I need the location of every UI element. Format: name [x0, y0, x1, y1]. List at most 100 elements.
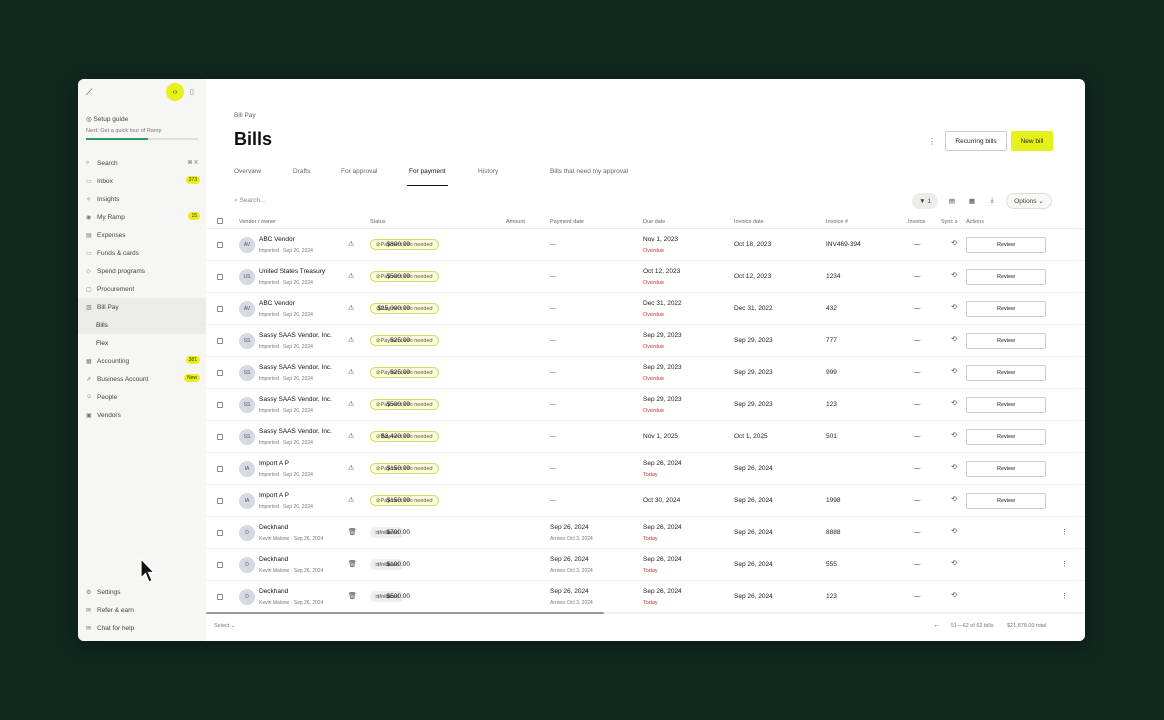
vendor-name[interactable]: Sassy SAAS Vendor, Inc.	[259, 332, 332, 339]
table-row[interactable]: SS Sassy SAAS Vendor, Inc. Imported · Sep …	[206, 325, 1085, 357]
ramp-logo-icon[interactable]: ⟋	[86, 87, 92, 98]
review-button[interactable]: Review	[966, 365, 1046, 381]
options-button[interactable]: Options ⌄	[1006, 193, 1052, 209]
row-checkbox[interactable]	[217, 306, 223, 312]
table-row[interactable]: SS Sassy SAAS Vendor, Inc. Imported · Sep …	[206, 421, 1085, 453]
row-checkbox[interactable]	[217, 594, 223, 600]
more-icon[interactable]: ⋮	[1061, 592, 1068, 600]
table-row[interactable]: D Deckhand Kevin Malone · Sep 26, 2024 🗑 ⇉ I…	[206, 549, 1085, 581]
vendor-name[interactable]: Sassy SAAS Vendor, Inc.	[259, 364, 332, 371]
vendor-name[interactable]: ABC Vendor	[259, 236, 295, 243]
review-button[interactable]: Review	[966, 493, 1046, 509]
sidebar-item-chat-for-help[interactable]: ✉ Chat for help	[78, 619, 206, 637]
sidebar-item-procurement[interactable]: ▢ Procurement	[78, 280, 206, 298]
table-row[interactable]: D Deckhand Kevin Malone · Sep 26, 2024 🗑 ⇉ I…	[206, 581, 1085, 613]
review-button[interactable]: Review	[966, 429, 1046, 445]
review-button[interactable]: Review	[966, 461, 1046, 477]
review-button[interactable]: Review	[966, 301, 1046, 317]
table-row[interactable]: AV ABC Vendor Imported · Sep 26, 2024 ⚠ ⊘ Pa…	[206, 293, 1085, 325]
row-checkbox[interactable]	[217, 498, 223, 504]
trash-icon[interactable]: 🗑	[348, 560, 357, 568]
tab-drafts[interactable]: Drafts	[293, 168, 310, 186]
new-bill-button[interactable]: New bill	[1011, 131, 1053, 151]
table-row[interactable]: US United States Treasury Imported · Sep 2…	[206, 261, 1085, 293]
column-header[interactable]: Actions	[966, 219, 984, 225]
tab-overview[interactable]: Overview	[234, 168, 261, 186]
tab-bills-that-need-my-approval[interactable]: Bills that need my approval	[550, 168, 628, 186]
row-checkbox[interactable]	[217, 466, 223, 472]
review-button[interactable]: Review	[966, 237, 1046, 253]
tab-for-approval[interactable]: For approval	[341, 168, 378, 186]
table-row[interactable]: AV ABC Vendor Imported · Sep 26, 2024 ⚠ ⊘ Pa…	[206, 229, 1085, 261]
previous-page-icon[interactable]: ←	[933, 622, 940, 629]
table-row[interactable]: IA Import A P Imported · Sep 26, 2024 ⚠ ⊘ Pa…	[206, 453, 1085, 485]
search-input[interactable]: ⌕ Search...	[234, 197, 265, 205]
review-button[interactable]: Review	[966, 397, 1046, 413]
breadcrumb[interactable]: Bill Pay	[234, 112, 256, 119]
row-checkbox[interactable]	[217, 338, 223, 344]
column-header[interactable]: Invoice #	[826, 219, 848, 225]
row-checkbox[interactable]	[217, 562, 223, 568]
tab-history[interactable]: History	[478, 168, 498, 186]
column-header[interactable]: Sync s	[941, 219, 958, 225]
column-header[interactable]: Payment date	[550, 219, 584, 225]
sidebar-item-business-account[interactable]: ↗ Business Account New	[78, 370, 206, 388]
code-icon[interactable]: ‹›	[166, 83, 184, 101]
sidebar-item-my-ramp[interactable]: ◉ My Ramp 15	[78, 208, 206, 226]
panel-toggle-icon[interactable]: ▯	[190, 88, 194, 96]
sidebar-item-bill-pay[interactable]: ▥ Bill Pay	[78, 298, 206, 316]
vendor-name[interactable]: Deckhand	[259, 524, 288, 531]
sidebar-item-search[interactable]: ⌕ Search ⌘ K	[78, 154, 206, 172]
sidebar-item-expenses[interactable]: ▤ Expenses	[78, 226, 206, 244]
column-header[interactable]: Status	[370, 219, 386, 225]
select-all-checkbox[interactable]	[217, 218, 223, 224]
vendor-name[interactable]: Import A P	[259, 460, 289, 467]
sidebar-item-people[interactable]: ☺ People	[78, 388, 206, 406]
table-row[interactable]: SS Sassy SAAS Vendor, Inc. Imported · Sep …	[206, 389, 1085, 421]
download-icon[interactable]: ⤓	[986, 193, 998, 209]
column-header[interactable]: Invoice	[908, 219, 925, 225]
sidebar-item-funds-cards[interactable]: ▭ Funds & cards	[78, 244, 206, 262]
sidebar-item-inbox[interactable]: ▭ Inbox 373	[78, 172, 206, 190]
sidebar-item-spend-programs[interactable]: ◇ Spend programs	[78, 262, 206, 280]
column-header[interactable]: Due date	[643, 219, 665, 225]
vendor-name[interactable]: ABC Vendor	[259, 300, 295, 307]
column-header[interactable]: Vendor / owner	[239, 219, 276, 225]
row-checkbox[interactable]	[217, 274, 223, 280]
row-checkbox[interactable]	[217, 402, 223, 408]
select-dropdown[interactable]: Select ⌄	[214, 623, 235, 629]
vendor-name[interactable]: Deckhand	[259, 556, 288, 563]
vendor-name[interactable]: United States Treasury	[259, 268, 325, 275]
vendor-name[interactable]: Sassy SAAS Vendor, Inc.	[259, 428, 332, 435]
column-header[interactable]: Invoice date	[734, 219, 764, 225]
row-checkbox[interactable]	[217, 434, 223, 440]
table-row[interactable]: IA Import A P Imported · Sep 26, 2024 ⚠ ⊘ Pa…	[206, 485, 1085, 517]
sidebar-item-refer-earn[interactable]: ✉ Refer & earn	[78, 601, 206, 619]
recurring-bills-button[interactable]: Recurring bills	[945, 131, 1007, 151]
sidebar-subitem-bills[interactable]: Bills	[78, 316, 206, 334]
vendor-name[interactable]: Sassy SAAS Vendor, Inc.	[259, 396, 332, 403]
vendor-name[interactable]: Deckhand	[259, 588, 288, 595]
calendar-icon[interactable]: ▤	[946, 193, 958, 209]
table-row[interactable]: D Deckhand Kevin Malone · Sep 26, 2024 🗑 ⇉ I…	[206, 517, 1085, 549]
trash-icon[interactable]: 🗑	[348, 592, 357, 600]
sidebar-item-vendors[interactable]: ▣ Vendors	[78, 406, 206, 424]
more-icon[interactable]: ⋮	[1061, 560, 1068, 568]
sidebar-item-accounting[interactable]: ▦ Accounting 381	[78, 352, 206, 370]
row-checkbox[interactable]	[217, 370, 223, 376]
sidebar-item-insights[interactable]: ✧ Insights	[78, 190, 206, 208]
columns-icon[interactable]: ▦	[966, 193, 978, 209]
vendor-name[interactable]: Import A P	[259, 492, 289, 499]
tab-for-payment[interactable]: For payment	[407, 168, 447, 186]
row-checkbox[interactable]	[217, 530, 223, 536]
column-header[interactable]: Amount	[506, 219, 525, 225]
setup-guide[interactable]: ◎ Setup guide Next: Get a quick tour of …	[78, 107, 206, 140]
row-checkbox[interactable]	[217, 242, 223, 248]
trash-icon[interactable]: 🗑	[348, 528, 357, 536]
sidebar-item-settings[interactable]: ⚙ Settings	[78, 583, 206, 601]
sidebar-subitem-flex[interactable]: Flex	[78, 334, 206, 352]
review-button[interactable]: Review	[966, 269, 1046, 285]
horizontal-scrollbar[interactable]	[206, 612, 604, 614]
table-row[interactable]: SS Sassy SAAS Vendor, Inc. Imported · Sep …	[206, 357, 1085, 389]
filter-button[interactable]: ▼ 1	[912, 193, 938, 209]
